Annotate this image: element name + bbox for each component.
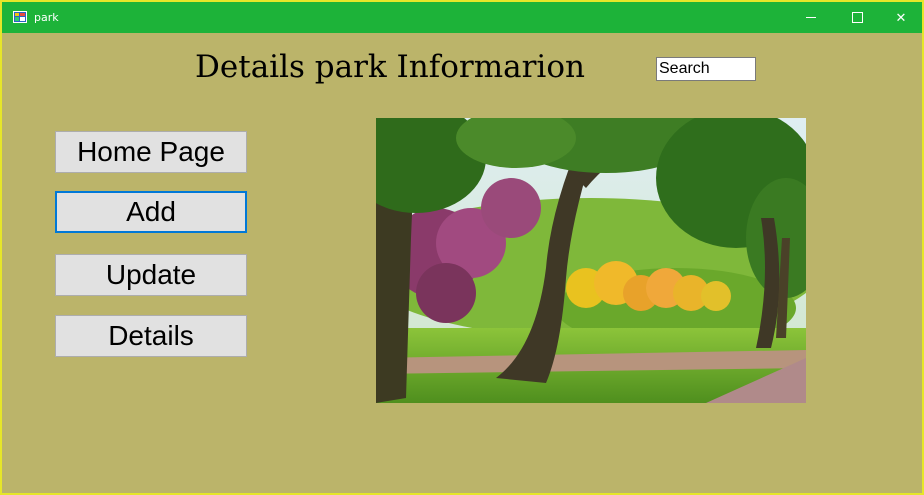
app-window: park ✕ Details park Informarion Search H… xyxy=(0,0,924,495)
window-title: park xyxy=(34,11,59,24)
update-button[interactable]: Update xyxy=(55,254,247,296)
add-button[interactable]: Add xyxy=(55,191,247,233)
minimize-button[interactable] xyxy=(788,2,834,33)
search-input[interactable]: Search xyxy=(656,57,756,81)
minimize-icon xyxy=(806,17,816,18)
form-body: Details park Informarion Search Home Pag… xyxy=(2,33,922,493)
close-icon: ✕ xyxy=(895,9,907,25)
park-photo xyxy=(376,118,806,403)
close-button[interactable]: ✕ xyxy=(878,2,924,33)
app-icon xyxy=(13,11,27,23)
title-bar[interactable]: park ✕ xyxy=(2,2,922,33)
maximize-button[interactable] xyxy=(834,2,880,33)
maximize-icon xyxy=(851,12,863,23)
home-page-button[interactable]: Home Page xyxy=(55,131,247,173)
details-button[interactable]: Details xyxy=(55,315,247,357)
